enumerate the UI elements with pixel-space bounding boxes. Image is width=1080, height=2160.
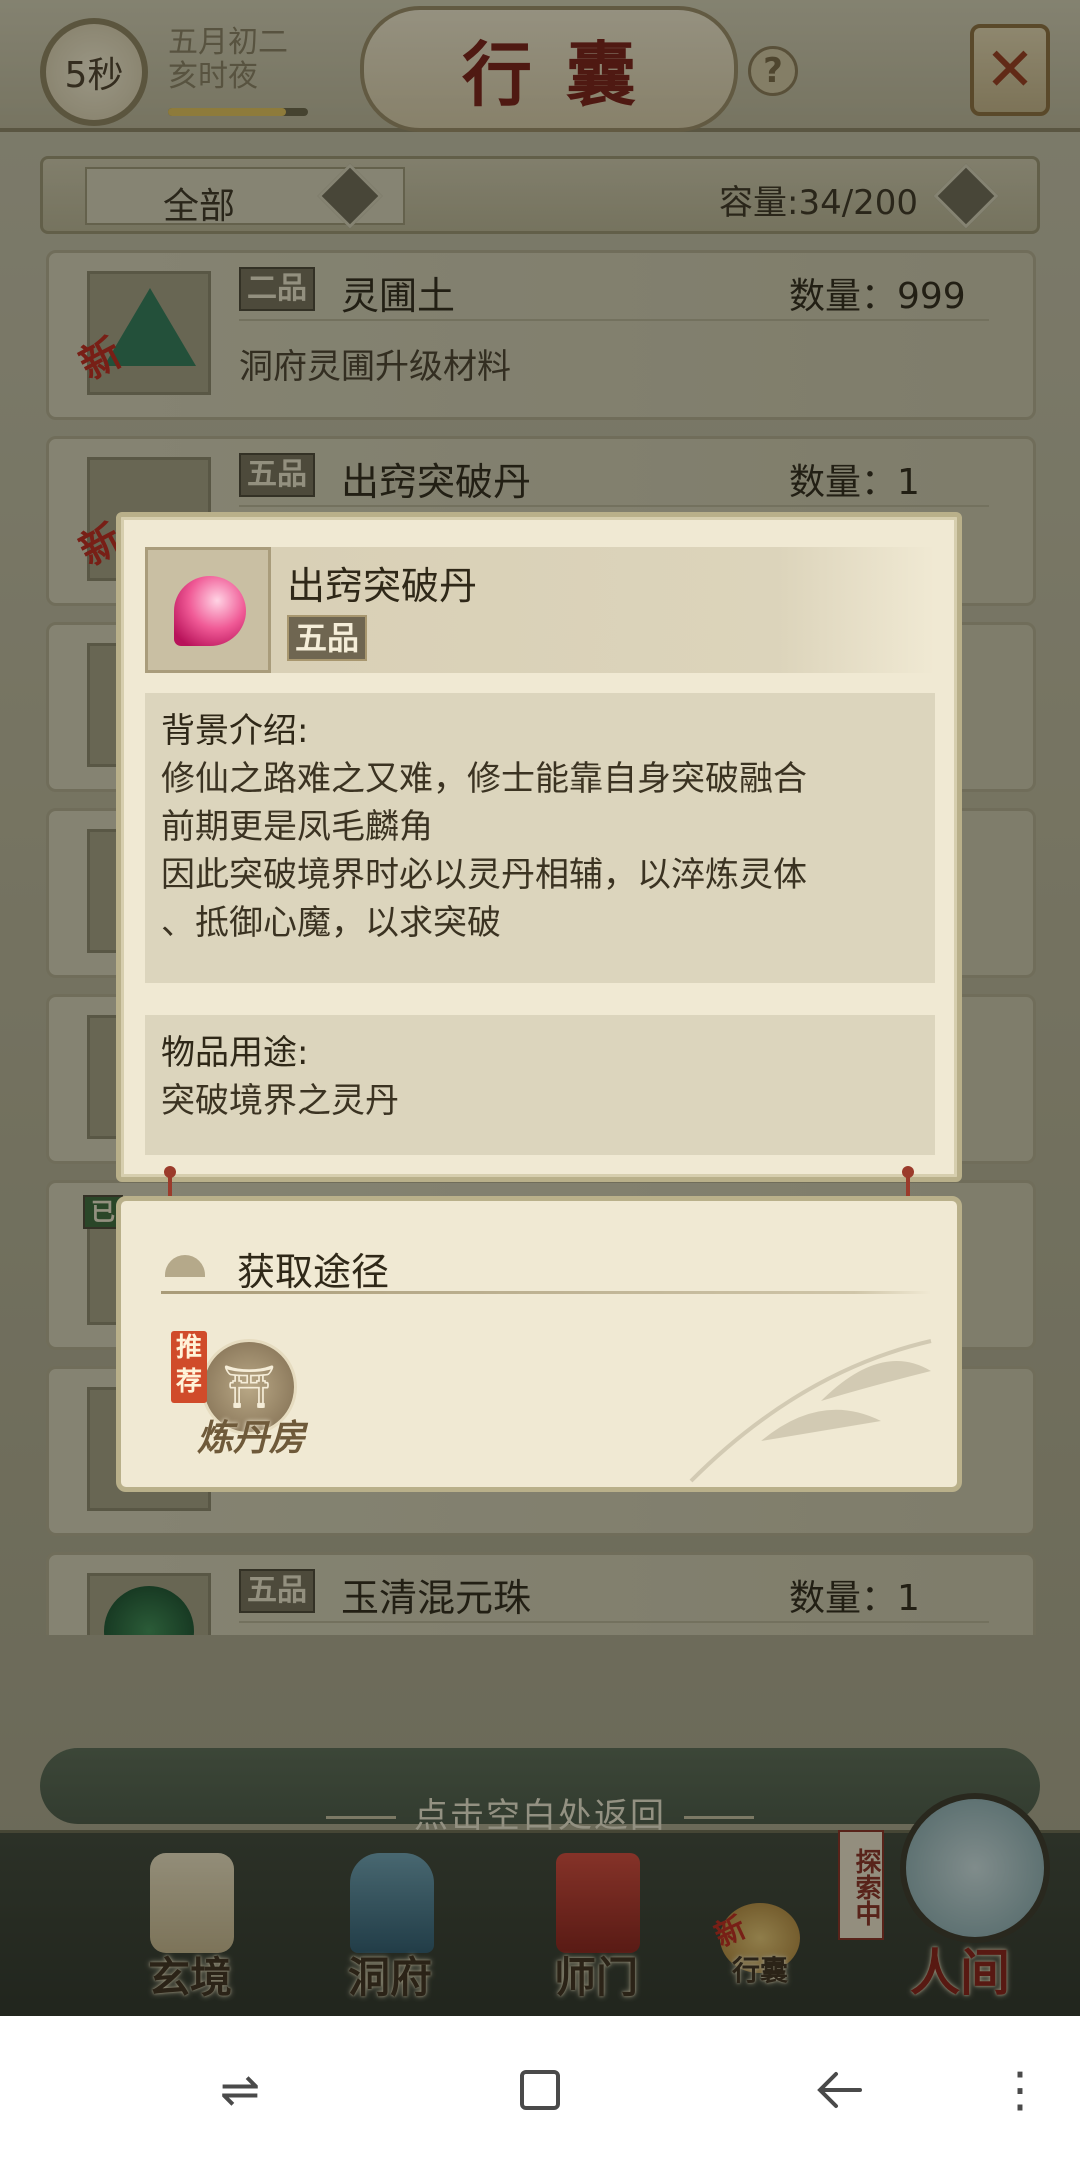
- divider: [239, 319, 989, 321]
- nav-xuanjing[interactable]: 玄境: [110, 1843, 270, 2016]
- recommend-tag: 推荐: [171, 1331, 207, 1403]
- source-alchemy-room[interactable]: ⛩ 推荐 炼丹房: [171, 1331, 311, 1461]
- item-thumbnail: [87, 1573, 211, 1635]
- explore-status-badge: 探索中: [838, 1830, 884, 1940]
- usage-section: 物品用途: 突破境界之灵丹: [145, 1015, 935, 1155]
- filter-bar: 全部 容量:34/200: [40, 156, 1040, 234]
- banner-icon: [556, 1853, 640, 1953]
- switch-icon[interactable]: ⇌: [210, 2060, 270, 2120]
- usage-title: 物品用途:: [161, 1033, 309, 1073]
- category-filter-label: 全部: [163, 186, 236, 227]
- chevron-down-icon: [317, 163, 383, 229]
- nav-label: 师门: [553, 1953, 638, 2002]
- lunar-date: 五月初二: [168, 25, 288, 60]
- close-icon: ✕: [984, 35, 1036, 105]
- scroll-icon: [150, 1853, 234, 1953]
- list-item[interactable]: 五品 玉清混元珠 数量：1: [46, 1552, 1036, 1635]
- item-quantity: 数量：1: [789, 462, 920, 503]
- list-item[interactable]: 新 二品 灵圃土 数量：999 洞府灵圃升级材料: [46, 250, 1036, 420]
- menu-icon[interactable]: ⋮: [990, 2060, 1050, 2120]
- source-title: 获取途径: [237, 1250, 390, 1294]
- nav-dongfu[interactable]: 洞府: [310, 1843, 470, 2016]
- item-detail-panel: 出窍突破丹 五品 背景介绍: 修仙之路难之又难，修士能靠自身突破融合 前期更是凤…: [116, 512, 962, 1182]
- item-detail-grade: 五品: [287, 615, 368, 661]
- item-name: 灵圃土: [341, 274, 456, 318]
- page-title: 行囊: [462, 32, 670, 116]
- pavilion-icon: [350, 1853, 434, 1953]
- item-grade: 五品: [239, 453, 315, 497]
- recents-shape: [520, 2070, 560, 2110]
- item-grade: 二品: [239, 267, 315, 311]
- source-label: 炼丹房: [196, 1417, 305, 1459]
- divider: [239, 1621, 989, 1623]
- sort-icon[interactable]: [933, 163, 999, 229]
- divider: [161, 1291, 931, 1294]
- divider: [239, 505, 989, 507]
- question-icon[interactable]: ?: [748, 46, 798, 96]
- item-quantity: 数量：999: [789, 276, 966, 317]
- item-detail-name: 出窍突破丹: [287, 564, 478, 608]
- world-icon: [900, 1793, 1050, 1943]
- hat-icon: [165, 1255, 205, 1277]
- item-quantity: 数量：1: [789, 1578, 920, 1619]
- item-description: 洞府灵圃升级材料: [239, 347, 511, 387]
- close-button[interactable]: ✕: [970, 24, 1050, 116]
- back-shape: [817, 2072, 862, 2108]
- item-detail-header: 出窍突破丹 五品: [145, 547, 935, 673]
- nav-xingnang[interactable]: 新 行囊: [700, 1843, 820, 2016]
- bamboo-leaf-decoration: [689, 1339, 932, 1483]
- lunar-progress-bar: [168, 108, 308, 116]
- timer-badge: 5秒: [40, 18, 148, 126]
- source-panel: 获取途径 ⛩ 推荐 炼丹房: [116, 1196, 962, 1492]
- item-icon: [145, 547, 271, 673]
- usage-text: 突破境界之灵丹: [161, 1081, 399, 1121]
- item-name: 玉清混元珠: [341, 1576, 532, 1620]
- header: 5秒 五月初二 亥时夜 行囊 ? ✕: [0, 0, 1080, 132]
- background-title: 背景介绍:: [161, 711, 309, 751]
- system-nav-bar: ⇌ ⋮: [0, 2016, 1080, 2160]
- lunar-time: 亥时夜: [168, 59, 258, 94]
- category-filter-dropdown[interactable]: 全部: [85, 163, 405, 229]
- nav-shimen[interactable]: 师门: [516, 1843, 676, 2016]
- nav-label: 玄境: [147, 1953, 232, 2002]
- nav-label: 洞府: [347, 1953, 432, 2002]
- bottom-nav: 玄境 洞府 师门 新 行囊 人间: [0, 1793, 1080, 2016]
- item-grade: 五品: [239, 1569, 315, 1613]
- nav-label: 人间: [910, 1943, 1010, 2002]
- timer-text: 5秒: [64, 55, 124, 96]
- background-text: 修仙之路难之又难，修士能靠自身突破融合 前期更是凤毛麟角 因此突破境界时必以灵丹…: [161, 759, 807, 943]
- lunar-progress-fill: [168, 108, 286, 116]
- back-icon[interactable]: [810, 2060, 870, 2120]
- pill-icon: [174, 576, 246, 646]
- background-section: 背景介绍: 修仙之路难之又难，修士能靠自身突破融合 前期更是凤毛麟角 因此突破境…: [145, 693, 935, 983]
- pearl-icon: [104, 1586, 194, 1635]
- lunar-clock: 五月初二 亥时夜: [168, 26, 288, 94]
- recents-icon[interactable]: [510, 2060, 570, 2120]
- nav-label: 行囊: [731, 1954, 788, 1987]
- title-plaque: 行囊: [360, 6, 738, 132]
- capacity-text: 容量:34/200: [719, 183, 919, 223]
- nav-renjian[interactable]: 人间: [860, 1793, 1060, 2016]
- item-name: 出窍突破丹: [341, 460, 532, 504]
